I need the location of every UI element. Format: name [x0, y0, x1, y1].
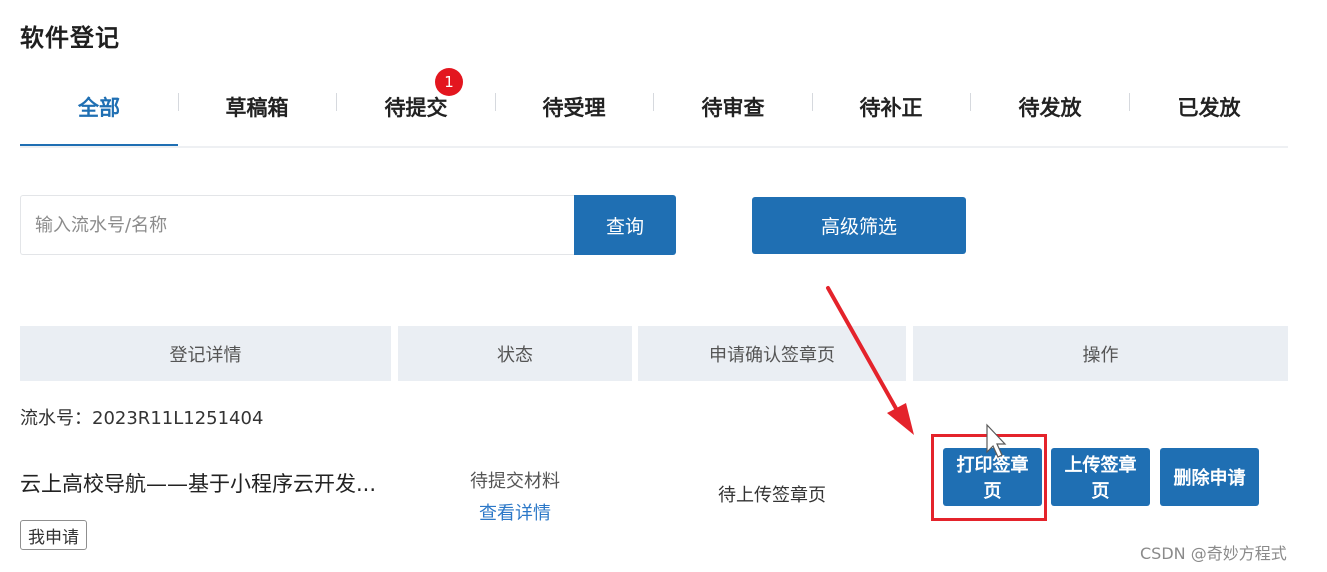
watermark: CSDN @奇妙方程式 — [1140, 544, 1287, 563]
tab-label: 待提交 — [384, 96, 448, 120]
sign-page-status: 待上传签章页 — [718, 485, 826, 506]
tab-label: 已发放 — [1177, 96, 1241, 120]
serial-number: 流水号：2023R11L1251404 — [20, 408, 264, 429]
my-application-tag: 我申请 — [20, 520, 87, 550]
search-input[interactable] — [20, 195, 574, 255]
notification-badge: 1 — [435, 68, 463, 96]
status-text: 待提交材料 — [470, 471, 560, 492]
tab-label: 待补正 — [859, 96, 923, 120]
upload-sign-page-button[interactable]: 上传签章页 — [1051, 448, 1150, 506]
tab-label: 草稿箱 — [225, 96, 289, 120]
tab-label: 待审查 — [701, 96, 765, 120]
column-header-details: 登记详情 — [20, 326, 391, 381]
page-title: 软件登记 — [20, 24, 120, 52]
column-header-status: 状态 — [398, 326, 632, 381]
advanced-filter-button[interactable]: 高级筛选 — [752, 197, 966, 254]
tab-label: 全部 — [78, 96, 120, 120]
column-header-sign-page: 申请确认签章页 — [638, 326, 906, 381]
tab-pending-review[interactable]: 待审查 — [654, 70, 812, 144]
tab-pending-correction[interactable]: 待补正 — [812, 70, 970, 144]
tab-issued[interactable]: 已发放 — [1130, 70, 1288, 144]
highlight-annotation-box — [931, 434, 1047, 521]
column-header-actions: 操作 — [913, 326, 1288, 381]
search-button[interactable]: 查询 — [574, 195, 676, 255]
tab-label: 待受理 — [542, 96, 606, 120]
tab-pending-submit[interactable]: 待提交 1 — [337, 68, 495, 144]
tab-pending-accept[interactable]: 待受理 — [495, 70, 653, 144]
software-title: 云上高校导航——基于小程序云开发... — [20, 472, 377, 496]
tab-drafts[interactable]: 草稿箱 — [178, 70, 336, 144]
delete-application-button[interactable]: 删除申请 — [1160, 448, 1259, 506]
tab-label: 待发放 — [1018, 96, 1082, 120]
tab-all[interactable]: 全部 — [20, 70, 178, 146]
status-tabs: 全部 草稿箱 待提交 1 待受理 待审查 待补正 待发放 已发放 — [20, 68, 1288, 148]
tab-pending-issue[interactable]: 待发放 — [971, 70, 1129, 144]
view-details-link[interactable]: 查看详情 — [398, 499, 632, 525]
